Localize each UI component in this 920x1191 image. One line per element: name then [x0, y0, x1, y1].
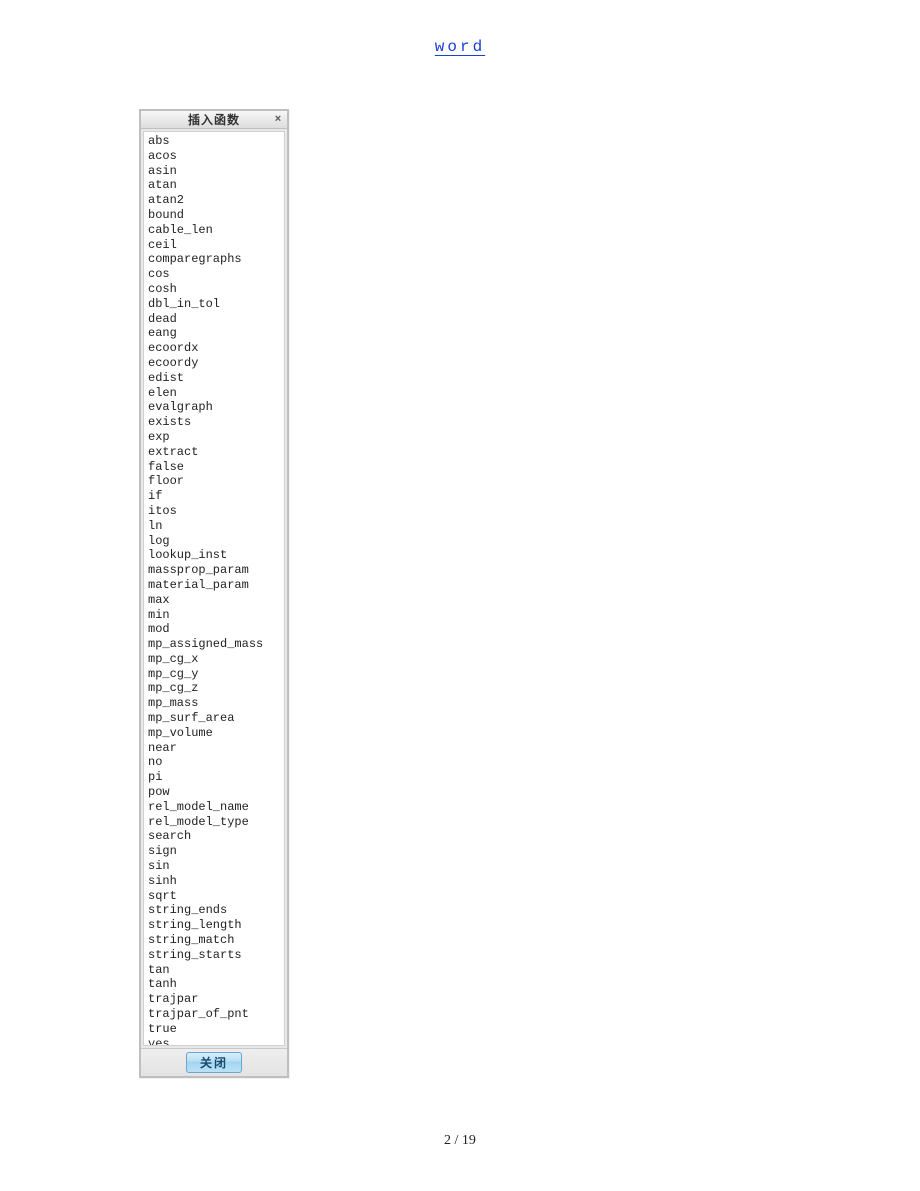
list-item[interactable]: max	[148, 593, 284, 608]
list-item[interactable]: pi	[148, 770, 284, 785]
list-item[interactable]: string_match	[148, 933, 284, 948]
dialog-footer: 关闭	[141, 1048, 287, 1076]
list-item[interactable]: no	[148, 755, 284, 770]
list-item[interactable]: comparegraphs	[148, 252, 284, 267]
list-item[interactable]: sin	[148, 859, 284, 874]
list-item[interactable]: exp	[148, 430, 284, 445]
list-item[interactable]: asin	[148, 164, 284, 179]
close-button[interactable]: 关闭	[186, 1052, 242, 1073]
list-item[interactable]: dbl_in_tol	[148, 297, 284, 312]
list-item[interactable]: log	[148, 534, 284, 549]
list-item[interactable]: string_ends	[148, 903, 284, 918]
list-item[interactable]: ceil	[148, 238, 284, 253]
list-item[interactable]: ln	[148, 519, 284, 534]
close-icon[interactable]: ×	[271, 112, 285, 126]
list-item[interactable]: abs	[148, 134, 284, 149]
list-item[interactable]: pow	[148, 785, 284, 800]
listbox-wrap: absacosasinatanatan2boundcable_lenceilco…	[141, 129, 287, 1048]
list-item[interactable]: rel_model_type	[148, 815, 284, 830]
list-item[interactable]: trajpar_of_pnt	[148, 1007, 284, 1022]
list-item[interactable]: dead	[148, 312, 284, 327]
list-item[interactable]: mp_cg_z	[148, 681, 284, 696]
list-item[interactable]: mp_cg_x	[148, 652, 284, 667]
page-number: 2 / 19	[0, 1133, 920, 1149]
list-item[interactable]: sign	[148, 844, 284, 859]
list-item[interactable]: rel_model_name	[148, 800, 284, 815]
function-listbox[interactable]: absacosasinatanatan2boundcable_lenceilco…	[143, 131, 285, 1046]
list-item[interactable]: itos	[148, 504, 284, 519]
list-item[interactable]: string_length	[148, 918, 284, 933]
list-item[interactable]: bound	[148, 208, 284, 223]
list-item[interactable]: lookup_inst	[148, 548, 284, 563]
list-item[interactable]: if	[148, 489, 284, 504]
list-item[interactable]: massprop_param	[148, 563, 284, 578]
list-item[interactable]: atan	[148, 178, 284, 193]
list-item[interactable]: cos	[148, 267, 284, 282]
list-item[interactable]: yes	[148, 1037, 284, 1046]
list-item[interactable]: mp_cg_y	[148, 667, 284, 682]
list-item[interactable]: floor	[148, 474, 284, 489]
list-item[interactable]: string_starts	[148, 948, 284, 963]
dialog-title: 插入函数	[188, 111, 240, 128]
list-item[interactable]: tanh	[148, 977, 284, 992]
list-item[interactable]: mp_surf_area	[148, 711, 284, 726]
list-item[interactable]: cable_len	[148, 223, 284, 238]
list-item[interactable]: near	[148, 741, 284, 756]
list-item[interactable]: exists	[148, 415, 284, 430]
list-item[interactable]: mp_volume	[148, 726, 284, 741]
header-link[interactable]: word	[435, 38, 485, 56]
list-item[interactable]: trajpar	[148, 992, 284, 1007]
dialog-titlebar: 插入函数 ×	[141, 111, 287, 129]
list-item[interactable]: tan	[148, 963, 284, 978]
list-item[interactable]: atan2	[148, 193, 284, 208]
list-item[interactable]: mp_mass	[148, 696, 284, 711]
page-header: word	[0, 38, 920, 56]
list-item[interactable]: mp_assigned_mass	[148, 637, 284, 652]
list-item[interactable]: sinh	[148, 874, 284, 889]
list-item[interactable]: eang	[148, 326, 284, 341]
list-item[interactable]: ecoordx	[148, 341, 284, 356]
list-item[interactable]: extract	[148, 445, 284, 460]
list-item[interactable]: elen	[148, 386, 284, 401]
list-item[interactable]: material_param	[148, 578, 284, 593]
list-item[interactable]: search	[148, 829, 284, 844]
list-item[interactable]: acos	[148, 149, 284, 164]
list-item[interactable]: cosh	[148, 282, 284, 297]
list-item[interactable]: true	[148, 1022, 284, 1037]
list-item[interactable]: sqrt	[148, 889, 284, 904]
list-item[interactable]: edist	[148, 371, 284, 386]
list-item[interactable]: ecoordy	[148, 356, 284, 371]
insert-function-dialog: 插入函数 × absacosasinatanatan2boundcable_le…	[139, 109, 289, 1078]
list-item[interactable]: mod	[148, 622, 284, 637]
list-item[interactable]: false	[148, 460, 284, 475]
list-item[interactable]: evalgraph	[148, 400, 284, 415]
list-item[interactable]: min	[148, 608, 284, 623]
